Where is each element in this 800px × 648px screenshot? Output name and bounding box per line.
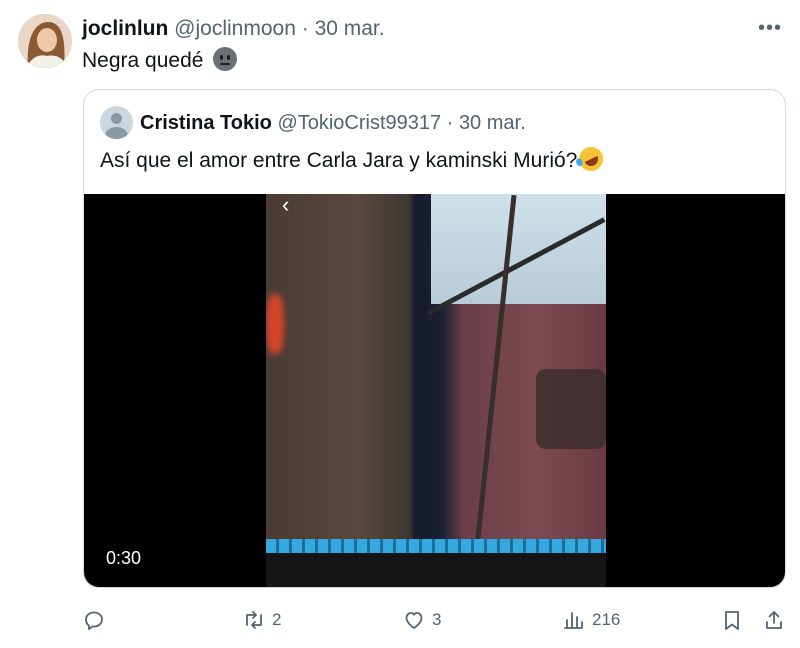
quoted-tweet-text-content: Así que el amor entre Carla Jara y kamin… <box>100 149 578 172</box>
tweet-header: joclinlun @joclinmoon · 30 mar. <box>82 16 385 42</box>
view-count: 216 <box>592 610 621 629</box>
author-handle[interactable]: @joclinmoon <box>174 17 296 40</box>
author-name[interactable]: joclinlun <box>82 17 168 40</box>
quoted-tweet-header: Cristina Tokio @TokioCrist99317 · 30 mar… <box>140 110 526 136</box>
rolling-laughing-emoji-icon <box>575 143 608 175</box>
video-frame <box>266 194 606 587</box>
like-count: 3 <box>432 610 442 629</box>
bookmark-icon <box>725 611 739 630</box>
reply-button[interactable] <box>82 600 112 640</box>
quoted-author-handle[interactable]: @TokioCrist99317 <box>277 112 441 134</box>
retweet-button[interactable]: 2 <box>242 600 281 640</box>
separator: · <box>295 17 315 40</box>
quoted-author-avatar[interactable] <box>100 106 133 139</box>
chevron-left-icon: ‹ <box>282 192 290 217</box>
share-button[interactable] <box>762 600 786 640</box>
neutral-face-emoji-icon <box>213 47 238 71</box>
retweet-count: 2 <box>272 610 282 629</box>
video-duration: 0:30 <box>106 548 142 568</box>
retweet-icon <box>246 611 262 629</box>
tweet-date[interactable]: 30 mar. <box>315 17 385 40</box>
bookmark-button[interactable] <box>720 600 744 640</box>
reply-icon <box>85 611 103 630</box>
quoted-tweet-date[interactable]: 30 mar. <box>459 112 526 134</box>
like-icon <box>405 612 423 629</box>
views-button[interactable]: 216 <box>562 600 620 640</box>
video-player[interactable]: ‹ 0:30 <box>84 194 785 587</box>
tweet-text-content: Negra quedé <box>82 49 204 72</box>
quoted-tweet[interactable]: Cristina Tokio @TokioCrist99317 · 30 mar… <box>83 89 786 588</box>
share-icon <box>766 611 782 629</box>
views-icon <box>564 612 583 629</box>
action-bar: 2 3 216 <box>0 600 800 640</box>
quoted-author-name[interactable]: Cristina Tokio <box>140 112 272 134</box>
author-avatar[interactable] <box>18 14 72 68</box>
like-button[interactable]: 3 <box>402 600 441 640</box>
separator: · <box>441 112 459 134</box>
tweet-text: Negra quedé <box>82 47 238 74</box>
quoted-tweet-text: Así que el amor entre Carla Jara y kamin… <box>100 143 608 175</box>
more-icon[interactable]: ••• <box>756 14 784 42</box>
